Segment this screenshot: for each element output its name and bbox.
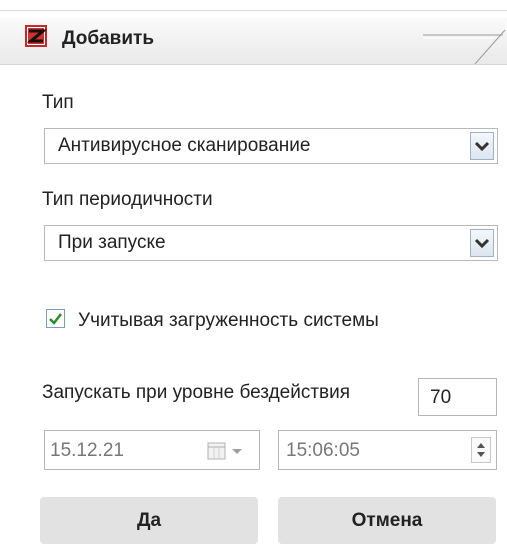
- type-select-value: Антивирусное сканирование: [58, 135, 311, 156]
- periodicity-label: Тип периодичности: [42, 189, 213, 210]
- cancel-button[interactable]: Отмена: [278, 497, 496, 544]
- system-load-label[interactable]: Учитывая загруженность системы: [78, 310, 379, 332]
- idle-level-input[interactable]: 70: [418, 378, 497, 416]
- periodicity-select[interactable]: При запуске: [44, 225, 498, 261]
- idle-level-value: 70: [430, 387, 452, 408]
- chevron-down-icon[interactable]: [470, 132, 494, 160]
- type-select[interactable]: Антивирусное сканирование: [44, 128, 498, 164]
- chevron-down-icon[interactable]: [470, 229, 494, 257]
- date-picker[interactable]: 15.12.21: [44, 430, 260, 470]
- time-value: 15:06:05: [286, 440, 360, 461]
- window-top-edge: [0, 0, 507, 11]
- dialog-title: Добавить: [62, 28, 155, 49]
- calendar-icon[interactable]: [207, 441, 253, 461]
- system-load-checkbox[interactable]: [46, 309, 65, 328]
- titlebar-decoration: [423, 29, 506, 64]
- app-logo-icon: [25, 25, 48, 47]
- spinner-icon[interactable]: [471, 437, 491, 463]
- time-picker[interactable]: 15:06:05: [278, 430, 497, 470]
- periodicity-select-value: При запуске: [58, 232, 166, 253]
- type-label: Тип: [42, 92, 74, 113]
- ok-button[interactable]: Да: [40, 497, 258, 544]
- date-value: 15.12.21: [50, 440, 124, 461]
- checkmark-icon: [49, 313, 62, 325]
- dialog-titlebar: Добавить: [0, 18, 507, 65]
- idle-level-label: Запускать при уровне бездействия: [42, 382, 351, 403]
